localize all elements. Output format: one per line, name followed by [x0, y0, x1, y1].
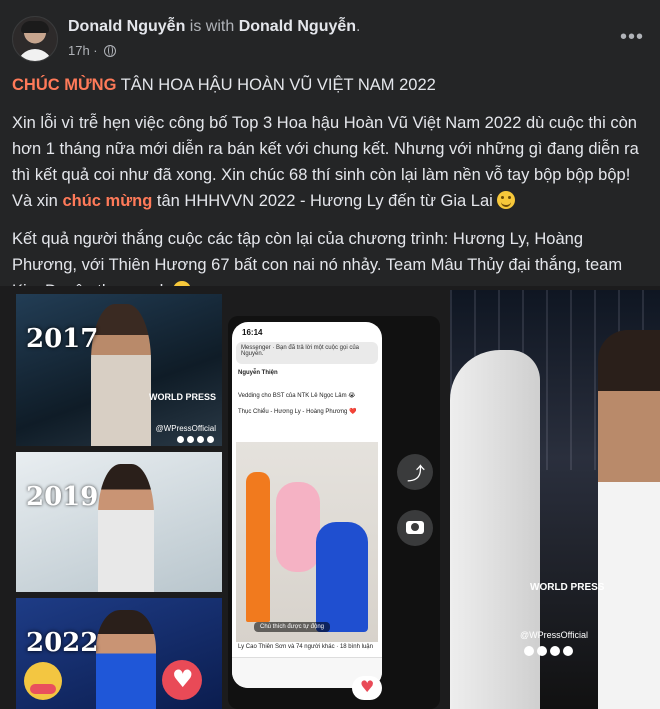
period: .: [356, 18, 361, 35]
p1-text-b: tân HHHVVN 2022 - Hương Ly đến từ Gia La…: [152, 192, 498, 210]
contestant-figure: [98, 464, 154, 592]
phone-screen: 16:14 Messenger · Bạn đã trả lời một cuộ…: [232, 322, 382, 688]
avatar-hair: [21, 21, 49, 33]
watermark-handle: @WPressOfficial: [520, 630, 588, 640]
auto-caption: Chú thích được tự động: [254, 622, 331, 632]
paragraph-1: Xin lỗi vì trễ hẹn việc công bố Top 3 Ho…: [12, 110, 648, 214]
photo-stage[interactable]: WORLD PRESS @WPressOfficial: [450, 290, 660, 709]
year-label: 2019: [26, 482, 99, 512]
watermark-title: WORLD PRESS: [148, 392, 216, 402]
phone-line-1: Vedding cho BST của NTK Lê Ngọc Lâm 😭: [238, 393, 356, 399]
year-label: 2017: [26, 324, 99, 354]
tagged-name[interactable]: Donald Nguyễn: [239, 18, 356, 35]
post-header: Donald Nguyễn is with Donald Nguyễn. 17h…: [12, 16, 648, 66]
heart-reaction-icon: [162, 660, 202, 700]
post-meta: 17h ·: [68, 43, 116, 58]
phone-line-2: Thục Chiểu - Hương Ly - Hoàng Phương ❤️: [238, 409, 357, 415]
headline-highlight: CHÚC MỪNG: [12, 76, 117, 94]
post-time[interactable]: 17h ·: [68, 43, 98, 58]
care-reaction-icon: [24, 662, 62, 700]
camera-icon[interactable]: [397, 510, 433, 546]
phone-screenshot-photo[interactable]: 16:14 Messenger · Bạn đã trả lời một cuộ…: [228, 316, 440, 709]
year-label: 2022: [26, 628, 99, 658]
watermark-title: WORLD PRESS: [530, 582, 605, 593]
heart-icon: [352, 676, 382, 700]
author-line: Donald Nguyễn is with Donald Nguyễn.: [68, 18, 361, 36]
more-options-icon[interactable]: •••: [620, 26, 644, 49]
orange-dress: [246, 472, 270, 622]
contestant-figure: [91, 304, 151, 446]
phone-author: Nguyễn Thiện: [238, 370, 278, 376]
avatar[interactable]: [12, 16, 58, 62]
watermark-social-icons: [177, 436, 214, 443]
phone-stats: Ly Cao Thiên Sơn và 74 người khác · 18 b…: [238, 644, 373, 650]
pink-dress: [276, 482, 320, 572]
watermark-handle: @WPressOfficial: [155, 424, 216, 433]
author-name[interactable]: Donald Nguyễn: [68, 18, 185, 35]
group-photo: [236, 442, 378, 642]
contestant-figure: [96, 610, 156, 709]
status-time: 16:14: [242, 328, 263, 337]
headline: CHÚC MỪNG TÂN HOA HẬU HOÀN VŨ VIỆT NAM 2…: [12, 72, 648, 98]
share-icon[interactable]: [397, 454, 433, 490]
p1-highlight: chúc mừng: [62, 192, 153, 210]
photo-2017[interactable]: 2017 WORLD PRESS @WPressOfficial: [16, 294, 222, 446]
messenger-notification: Messenger · Bạn đã trả lời một cuộc gọi …: [236, 342, 378, 364]
smile-emoji-icon: [497, 191, 516, 209]
avatar-shirt: [17, 49, 53, 61]
photo-2019[interactable]: 2019: [16, 452, 222, 592]
post-media-grid[interactable]: 2017 WORLD PRESS @WPressOfficial 2019 20…: [0, 286, 660, 709]
post-text: CHÚC MỪNG TÂN HOA HẬU HOÀN VŨ VIỆT NAM 2…: [12, 72, 648, 316]
watermark-social-icons: [524, 646, 573, 656]
blue-dress: [316, 522, 368, 632]
headline-rest: TÂN HOA HẬU HOÀN VŨ VIỆT NAM 2022: [116, 76, 436, 94]
with-text: is with: [189, 18, 235, 35]
contestant-figure-right: [598, 330, 660, 709]
globe-icon: [103, 44, 116, 57]
